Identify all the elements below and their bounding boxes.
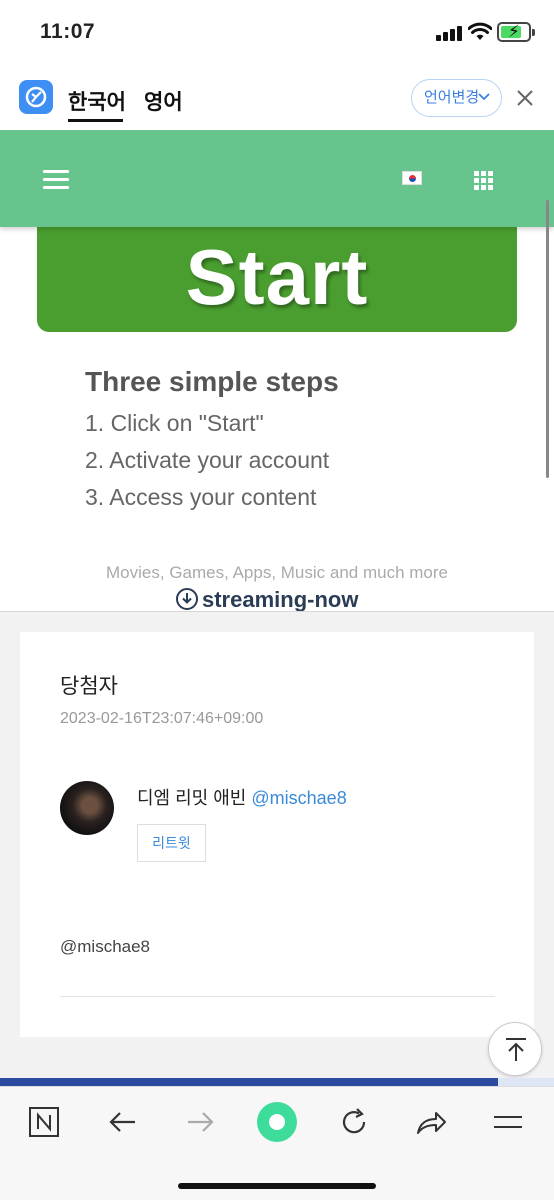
translate-bar: 한국어 영어 언어변경 [0,68,554,130]
home-indicator[interactable] [178,1183,376,1189]
change-language-button[interactable]: 언어변경 [411,79,502,117]
ad-steps-title: Three simple steps [85,366,339,397]
green-dot-icon[interactable] [256,1101,298,1143]
post-date: 2023-02-16T23:07:46+09:00 [60,710,264,727]
ad-step: 1. Click on "Start" [85,410,264,436]
web-content-frame: Start Three simple steps 1. Click on "St… [0,130,554,612]
wifi-icon [468,22,492,40]
chevron-down-icon [478,93,490,101]
korean-flag-icon[interactable] [402,171,422,185]
download-icon [176,588,198,610]
user-handle-link[interactable]: @mischae8 [251,788,346,808]
tab-english[interactable]: 영어 [144,86,183,116]
mention-text: @mischae8 [60,937,151,956]
battery-charging-icon: ⚡ [497,22,535,42]
hamburger-menu-icon[interactable] [43,170,69,190]
apps-grid-icon[interactable] [474,171,494,190]
forward-arrow-icon[interactable] [183,1105,217,1139]
back-arrow-icon[interactable] [106,1105,140,1139]
ad-start-label: Start [185,233,369,321]
user-line: 디엠 리밋 애빈 @mischae8 [137,784,347,810]
retweet-button[interactable]: 리트윗 [137,824,206,862]
ad-step: 3. Access your content [85,484,317,510]
tab-korean[interactable]: 한국어 [68,86,126,116]
active-tab-underline [68,119,123,122]
cellular-signal-icon [436,25,462,41]
ad-brand-name: streaming-now [202,587,359,612]
ad-step: 2. Activate your account [85,447,330,473]
scrollbar[interactable] [546,200,549,478]
ad-info-badge[interactable] [498,1078,554,1086]
ad-caption: Movies, Games, Apps, Music and much more [105,563,449,582]
avatar[interactable] [60,781,114,835]
change-language-label: 언어변경 [424,89,480,106]
ad-brand-link[interactable]: streaming-now [176,587,359,612]
share-icon[interactable] [414,1105,448,1139]
divider [60,996,495,997]
site-navbar [0,130,554,227]
post-title: 당첨자 [60,675,118,698]
arrow-up-icon [506,1038,526,1061]
browser-toolbar [0,1086,554,1200]
bottom-ad-strip[interactable] [0,1078,554,1086]
status-time: 11:07 [40,20,96,43]
scroll-to-top-button[interactable] [488,1022,542,1076]
status-bar: 11:07 ⚡ [0,0,554,68]
close-icon[interactable] [512,85,538,111]
papago-logo-icon [19,80,53,114]
naver-home-icon[interactable] [27,1105,61,1139]
reload-icon[interactable] [337,1105,371,1139]
menu-icon[interactable] [491,1105,525,1139]
user-name: 디엠 리밋 애빈 [137,788,247,808]
post-card: 당첨자 2023-02-16T23:07:46+09:00 디엠 리밋 애빈 @… [20,632,534,1037]
